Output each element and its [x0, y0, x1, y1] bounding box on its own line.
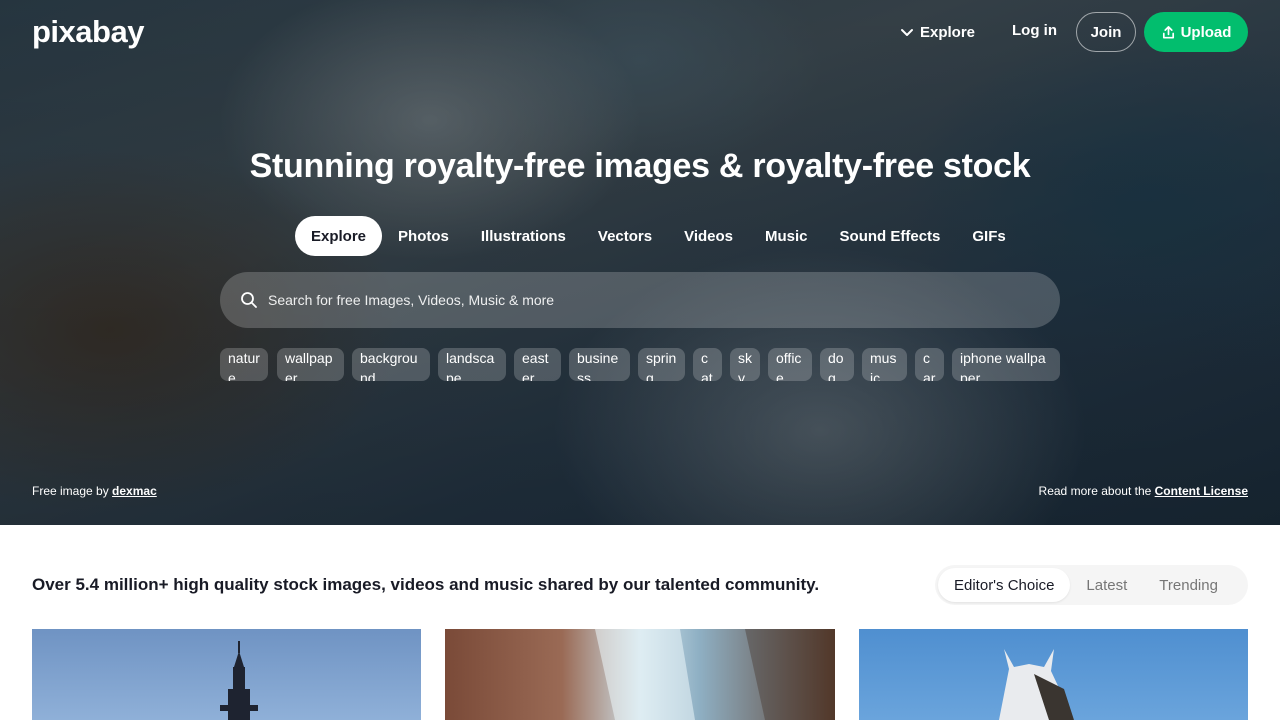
upload-icon [1162, 25, 1174, 38]
credit-author-link[interactable]: dexmac [112, 484, 157, 498]
license-prefix: Read more about the [1038, 484, 1152, 498]
search-chip[interactable]: cat [693, 348, 722, 381]
media-type-tabs: Explore Photos Illustrations Vectors Vid… [295, 216, 1022, 256]
content-license-link[interactable]: Content License [1155, 484, 1248, 498]
explore-menu-button[interactable]: Explore [900, 21, 975, 43]
tab-explore[interactable]: Explore [295, 216, 383, 256]
tab-trending[interactable]: Trending [1143, 568, 1234, 602]
image-thumbnail[interactable] [859, 629, 1248, 720]
tab-vectors[interactable]: Vectors [582, 216, 668, 256]
image-thumbnail[interactable] [32, 629, 421, 720]
tab-videos[interactable]: Videos [668, 216, 749, 256]
tab-photos[interactable]: Photos [382, 216, 465, 256]
search-chip[interactable]: sky [730, 348, 760, 381]
top-navigation: pixabay Explore Log in Join Upload [0, 0, 1280, 64]
suggested-searches: nature wallpaper background landscape ea… [220, 348, 1060, 381]
search-chip[interactable]: iphone wallpaper [952, 348, 1060, 381]
search-chip[interactable]: wallpaper [277, 348, 344, 381]
search-input[interactable] [268, 272, 1060, 328]
upload-label: Upload [1180, 23, 1232, 41]
pixabay-logo[interactable]: pixabay [32, 14, 144, 50]
tab-gifs[interactable]: GIFs [956, 216, 1021, 256]
upload-button[interactable]: Upload [1144, 12, 1248, 52]
tab-sound-effects[interactable]: Sound Effects [824, 216, 957, 256]
image-credit: Free image by dexmac [32, 484, 157, 498]
tab-latest[interactable]: Latest [1070, 568, 1143, 602]
search-chip[interactable]: business [569, 348, 630, 381]
search-chip[interactable]: music [862, 348, 907, 381]
search-chip[interactable]: landscape [438, 348, 506, 381]
search-chip[interactable]: car [915, 348, 944, 381]
search-bar [220, 272, 1060, 328]
horse-photo [999, 649, 1074, 720]
hero-title: Stunning royalty-free images & royalty-f… [249, 147, 1031, 185]
search-chip[interactable]: office [768, 348, 812, 381]
credit-prefix: Free image by [32, 484, 109, 498]
chevron-down-icon [901, 29, 913, 36]
image-thumbnail[interactable] [445, 629, 835, 720]
search-chip[interactable]: dog [820, 348, 854, 381]
search-chip[interactable]: background [352, 348, 430, 381]
community-summary: Over 5.4 million+ high quality stock ima… [32, 575, 820, 594]
login-link[interactable]: Log in [1012, 22, 1057, 39]
license-note: Read more about the Content License [1039, 484, 1248, 498]
search-chip[interactable]: easter [514, 348, 561, 381]
waterfall-photo [595, 629, 835, 720]
search-icon [241, 292, 257, 308]
join-button[interactable]: Join [1076, 12, 1136, 52]
hero-banner: pixabay Explore Log in Join Upload Stunn… [0, 0, 1280, 525]
tab-music[interactable]: Music [749, 216, 824, 256]
tab-editors-choice[interactable]: Editor's Choice [938, 568, 1071, 602]
sort-tabs: Editor's Choice Latest Trending [935, 565, 1248, 605]
search-chip[interactable]: spring [638, 348, 685, 381]
search-chip[interactable]: nature [220, 348, 268, 381]
explore-menu-label: Explore [920, 23, 976, 41]
tower-photo [220, 641, 258, 720]
tab-illustrations[interactable]: Illustrations [465, 216, 582, 256]
